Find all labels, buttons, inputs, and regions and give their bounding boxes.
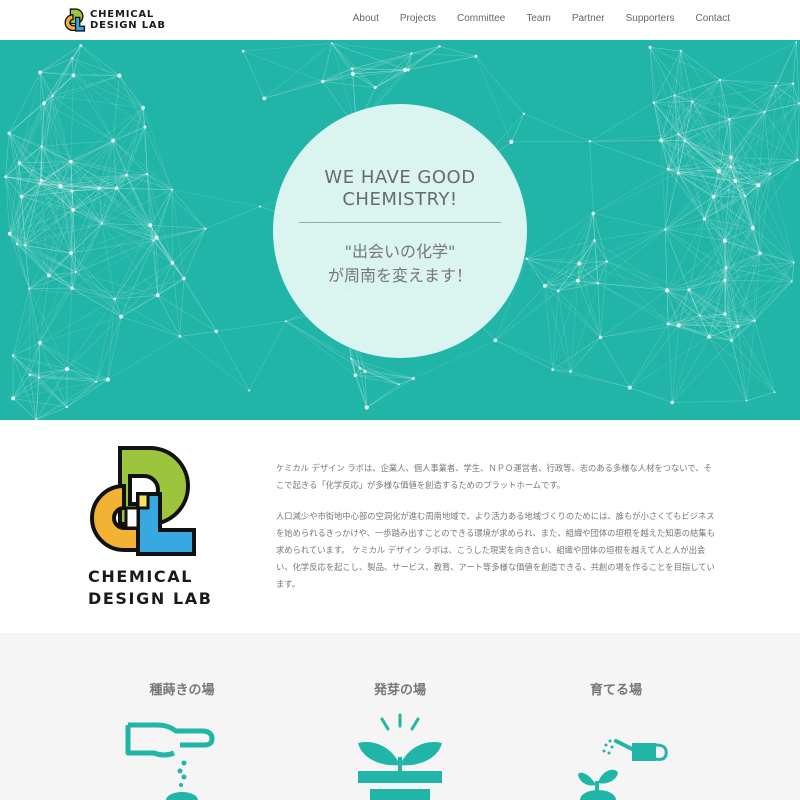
nav-projects[interactable]: Projects [400,13,436,24]
hero-subtitle-line1: "出会いの化学" [344,242,456,261]
hero-title: WE HAVE GOOD CHEMISTRY! [273,167,527,211]
sprout-icon [358,713,442,800]
nav-supporters[interactable]: Supporters [626,13,675,24]
hero-circle: WE HAVE GOOD CHEMISTRY! "出会いの化学" が周南を変えま… [273,104,527,358]
nav-contact[interactable]: Contact [696,13,730,24]
about-paragraph-2: 人口減少や市街地中心部の空洞化が進む周南地域で、より活力ある地域づくりのためには… [276,511,715,589]
hero-divider [299,222,501,223]
phases-section: 種蒔きの場 発芽の場 育てる場 [0,633,800,800]
nav-about[interactable]: About [353,13,379,24]
about-paragraph-1: ケミカル デザイン ラボは、企業人、個人事業者、学生、ＮＰＯ運営者、行政等、志の… [276,463,712,490]
phase-title-grow: 育てる場 [589,683,642,698]
phase-title-seed: 種蒔きの場 [149,683,215,698]
cdl-large-logo-icon [90,446,196,556]
nav-committee[interactable]: Committee [457,13,505,24]
nav-partner[interactable]: Partner [572,13,605,24]
about-brand-line2: DESIGN LAB [88,589,213,608]
phase-title-sprout: 発芽の場 [373,683,426,698]
main-nav: About Projects Committee Team Partner Su… [332,0,730,36]
hero-subtitle-line2: が周南を変えます！ [327,266,472,285]
hero-title-line1: WE HAVE GOOD [324,167,476,188]
seed-hand-icon [125,722,215,800]
site-logo-text: CHEMICAL DESIGN LAB [90,9,166,31]
hero-title-line2: CHEMISTRY! [342,189,458,210]
cdl-logo-icon [64,8,86,32]
brand-line1: CHEMICAL [90,9,155,20]
about-section: CHEMICAL DESIGN LAB ケミカル デザイン ラボは、企業人、個人… [0,420,800,633]
site-logo[interactable]: CHEMICAL DESIGN LAB [60,5,166,35]
site-header: CHEMICAL DESIGN LAB About Projects Commi… [0,0,800,40]
brand-line2: DESIGN LAB [90,20,166,31]
nav-team[interactable]: Team [526,13,550,24]
about-description: ケミカル デザイン ラボは、企業人、個人事業者、学生、ＮＰＯ運営者、行政等、志の… [276,460,716,593]
about-brand-line1: CHEMICAL [88,567,194,586]
about-logo-text: CHEMICAL DESIGN LAB [88,566,213,610]
hero-section: WE HAVE GOOD CHEMISTRY! "出会いの化学" が周南を変えま… [0,40,800,420]
hero-subtitle: "出会いの化学" が周南を変えます！ [273,240,527,288]
watering-can-icon [578,739,668,800]
